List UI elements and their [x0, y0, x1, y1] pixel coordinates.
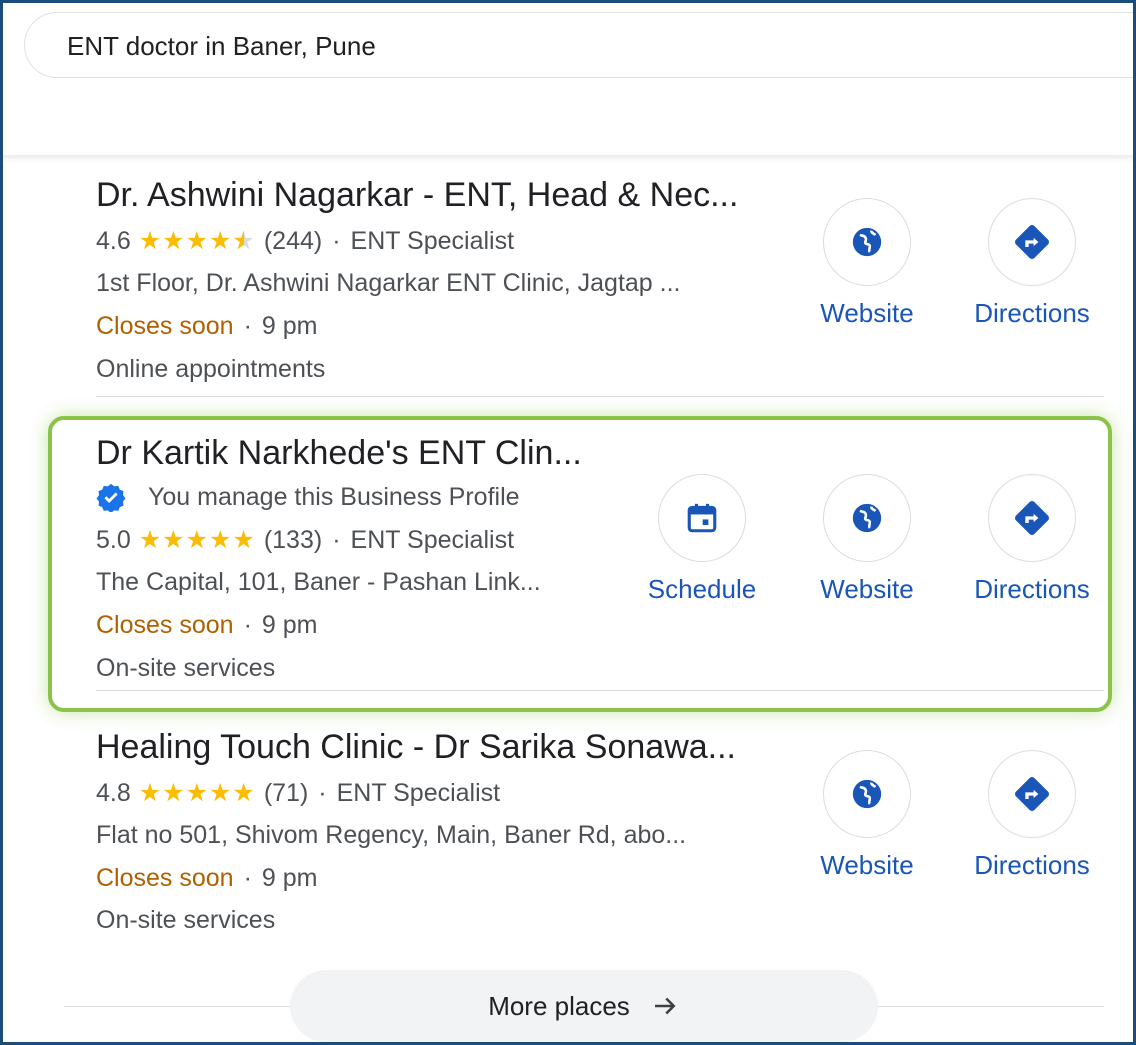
rating-stars: ★★★★★ [139, 226, 256, 256]
search-query[interactable]: ENT doctor in Baner, Pune [67, 31, 376, 62]
rating-value: 4.6 [96, 226, 131, 255]
directions-label[interactable]: Directions [974, 850, 1090, 881]
calendar-icon [687, 503, 717, 533]
directions-icon [1014, 224, 1050, 260]
close-time: 9 pm [261, 312, 318, 340]
directions-circle[interactable] [988, 474, 1076, 562]
place-name[interactable]: Healing Touch Clinic - Dr Sarika Sonawa.… [96, 728, 736, 767]
close-time: 9 pm [261, 611, 318, 639]
review-count[interactable]: (133) [264, 526, 322, 555]
more-places-label[interactable]: More places [488, 991, 630, 1022]
rating-stars: ★★★★★ [138, 526, 256, 554]
website-label[interactable]: Website [820, 298, 913, 329]
review-count[interactable]: (71) [264, 779, 308, 808]
place-category: ENT Specialist [350, 226, 515, 255]
website-label[interactable]: Website [820, 850, 913, 881]
schedule-label[interactable]: Schedule [648, 574, 756, 605]
hours-row: Closes soon · 9 pm [96, 312, 318, 341]
schedule-button[interactable]: Schedule [627, 474, 777, 605]
service-info: On-site services [96, 906, 276, 934]
service-info: Online appointments [96, 355, 326, 383]
website-label[interactable]: Website [820, 574, 913, 605]
directions-label[interactable]: Directions [974, 298, 1090, 329]
website-circle[interactable] [823, 198, 911, 286]
separator-dot: · [243, 611, 252, 639]
verified-icon [96, 482, 126, 512]
review-count[interactable]: (244) [264, 227, 322, 256]
close-time: 9 pm [261, 864, 318, 892]
rating-stars: ★★★★★ [138, 779, 256, 807]
more-places-button[interactable]: More places [290, 970, 878, 1042]
directions-button[interactable]: Directions [957, 474, 1107, 605]
separator-dot: · [332, 525, 341, 554]
schedule-circle[interactable] [658, 474, 746, 562]
search-header: ENT doctor in Baner, Pune [0, 0, 1136, 155]
directions-circle[interactable] [988, 750, 1076, 838]
rating-row: 4.6 ★★★★★ (244) · ENT Specialist [96, 226, 514, 256]
directions-label[interactable]: Directions [974, 574, 1090, 605]
place-name[interactable]: Dr Kartik Narkhede's ENT Clin... [96, 434, 582, 473]
status-text: Closes soon [96, 864, 234, 892]
website-button[interactable]: Website [792, 750, 942, 881]
rating-value: 5.0 [96, 525, 131, 554]
separator-dot: · [318, 778, 327, 807]
directions-button[interactable]: Directions [957, 198, 1107, 329]
status-text: Closes soon [96, 312, 234, 340]
separator-dot: · [332, 226, 341, 255]
arrow-right-icon [654, 997, 676, 1015]
website-button[interactable]: Website [792, 198, 942, 329]
directions-button[interactable]: Directions [957, 750, 1107, 881]
rating-value: 4.8 [96, 778, 131, 807]
divider [96, 690, 1104, 691]
service-info: On-site services [96, 654, 276, 682]
directions-icon [1014, 500, 1050, 536]
website-circle[interactable] [823, 474, 911, 562]
separator-dot: · [243, 312, 252, 340]
half-star-icon: ★ [232, 226, 255, 256]
search-input[interactable]: ENT doctor in Baner, Pune [24, 12, 1136, 78]
hours-row: Closes soon · 9 pm [96, 864, 318, 893]
status-text: Closes soon [96, 611, 234, 639]
place-name[interactable]: Dr. Ashwini Nagarkar - ENT, Head & Nec..… [96, 176, 738, 215]
rating-row: 4.8 ★★★★★ (71) · ENT Specialist [96, 778, 500, 808]
website-button[interactable]: Website [792, 474, 942, 605]
divider [64, 1006, 290, 1007]
rating-row: 5.0 ★★★★★ (133) · ENT Specialist [96, 525, 514, 555]
globe-icon [852, 779, 882, 809]
managed-text: You manage this Business Profile [148, 482, 520, 511]
globe-icon [852, 227, 882, 257]
divider [96, 396, 1104, 397]
directions-circle[interactable] [988, 198, 1076, 286]
place-category: ENT Specialist [350, 525, 515, 554]
place-address: The Capital, 101, Baner - Pashan Link... [96, 568, 541, 596]
separator-dot: · [243, 864, 252, 892]
website-circle[interactable] [823, 750, 911, 838]
place-address: Flat no 501, Shivom Regency, Main, Baner… [96, 821, 687, 849]
divider [878, 1006, 1104, 1007]
place-category: ENT Specialist [336, 778, 501, 807]
globe-icon [852, 503, 882, 533]
managed-row: You manage this Business Profile [96, 482, 520, 512]
hours-row: Closes soon · 9 pm [96, 611, 318, 640]
place-address: 1st Floor, Dr. Ashwini Nagarkar ENT Clin… [96, 269, 681, 297]
directions-icon [1014, 776, 1050, 812]
